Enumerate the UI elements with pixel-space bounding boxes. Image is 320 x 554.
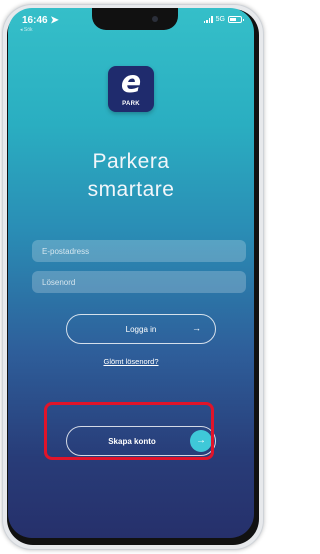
highlight-annotation	[44, 402, 214, 460]
phone-notch	[92, 8, 178, 30]
battery-icon	[228, 16, 244, 23]
headline-line-2: smartare	[87, 178, 175, 201]
password-field[interactable]	[32, 271, 246, 293]
arrow-right-icon: →	[192, 323, 201, 333]
login-button[interactable]: Logga in →	[66, 314, 216, 344]
signal-icon	[203, 16, 213, 23]
back-to-app-link[interactable]: ◂ Sök	[20, 27, 33, 33]
network-label: 5G	[215, 16, 225, 23]
status-indicators: 5G	[203, 16, 244, 23]
epark-logo: e PARK	[108, 66, 154, 112]
logo-subtext: PARK	[122, 101, 140, 107]
logo-letter: e	[120, 65, 142, 100]
status-time-text: 16:46	[22, 15, 48, 26]
camera-icon	[152, 16, 158, 22]
headline-line-1: Parkera	[92, 150, 170, 173]
status-time: 16:46 ➤	[22, 15, 59, 26]
email-field[interactable]	[32, 240, 246, 262]
forgot-password-link[interactable]: Glömt lösenord?	[8, 357, 254, 366]
location-arrow-icon: ➤	[50, 15, 59, 26]
login-button-label: Logga in	[125, 324, 157, 334]
